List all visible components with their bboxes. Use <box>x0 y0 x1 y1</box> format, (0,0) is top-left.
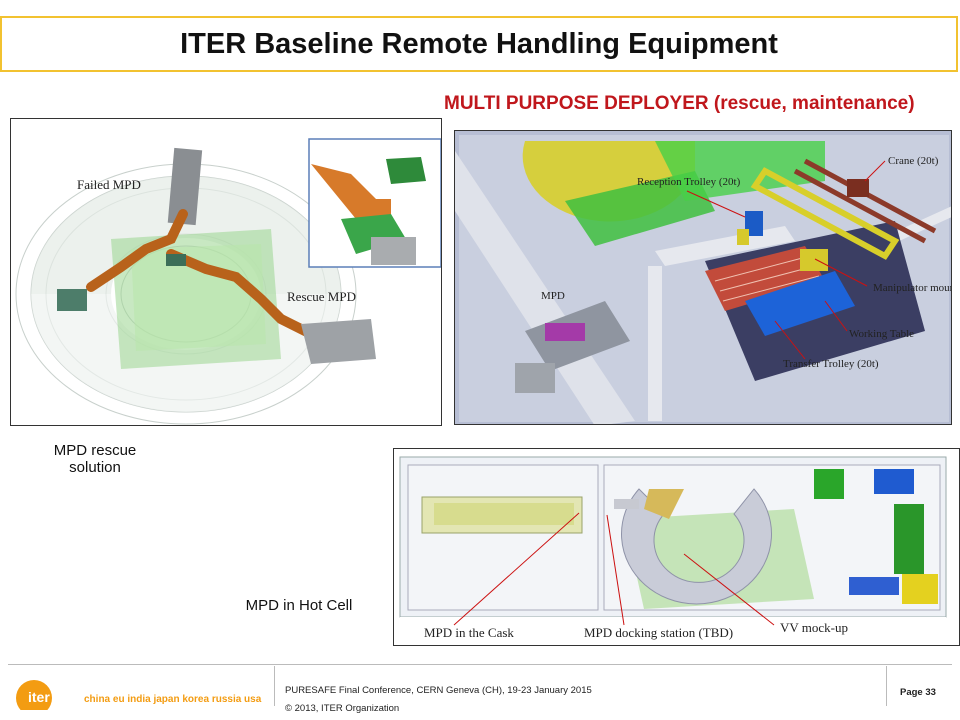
title-box: ITER Baseline Remote Handling Equipment <box>0 16 958 72</box>
footer-separator-right <box>886 666 887 706</box>
section-subtitle: MULTI PURPOSE DEPLOYER (rescue, maintena… <box>444 93 915 114</box>
label-working-table: Working Table <box>849 328 914 340</box>
label-docking-station: MPD docking station (TBD) <box>584 625 733 640</box>
label-vv-mockup: VV mock-up <box>780 620 848 635</box>
deployer-illustration-panel: Crane (20t) Reception Trolley (20t) MPD … <box>454 130 952 425</box>
footer-divider <box>8 664 952 665</box>
footer-tagline: china eu india japan korea russia usa <box>84 694 262 705</box>
caption-rescue-text: MPD rescue solution <box>53 442 137 476</box>
page-title: ITER Baseline Remote Handling Equipment <box>180 27 778 60</box>
label-manipulator-crane: Manipulator mounted crane <box>873 282 952 294</box>
footer-separator-left <box>274 666 275 706</box>
iter-logo-icon: iter <box>16 680 52 710</box>
label-rescue-mpd: Rescue MPD <box>287 289 356 304</box>
label-reception-trolley: Reception Trolley (20t) <box>637 176 741 188</box>
label-transfer-trolley: Transfer Trolley (20t) <box>783 358 879 370</box>
hotcell-illustration-panel: MPD in the Cask MPD docking station (TBD… <box>393 448 960 646</box>
hotcell-illustration: MPD in the Cask MPD docking station (TBD… <box>394 449 959 645</box>
label-mpd-in-cask: MPD in the Cask <box>424 625 514 640</box>
footer-copyright: © 2013, ITER Organization <box>285 703 400 714</box>
caption-rescue: MPD rescue solution <box>40 442 150 476</box>
label-mpd: MPD <box>541 290 565 302</box>
rescue-illustration: Failed MPD Rescue MPD <box>11 119 441 425</box>
rescue-illustration-panel: Failed MPD Rescue MPD <box>10 118 442 426</box>
footer-conference: PURESAFE Final Conference, CERN Geneva (… <box>285 685 592 696</box>
caption-hotcell: MPD in Hot Cell <box>236 597 362 614</box>
label-crane: Crane (20t) <box>888 155 939 167</box>
deployer-illustration: Crane (20t) Reception Trolley (20t) MPD … <box>455 131 952 424</box>
footer-page-number: Page 33 <box>900 687 936 698</box>
caption-hotcell-text: MPD in Hot Cell <box>245 597 353 614</box>
label-failed-mpd: Failed MPD <box>77 177 141 192</box>
svg-text:iter: iter <box>28 689 50 705</box>
